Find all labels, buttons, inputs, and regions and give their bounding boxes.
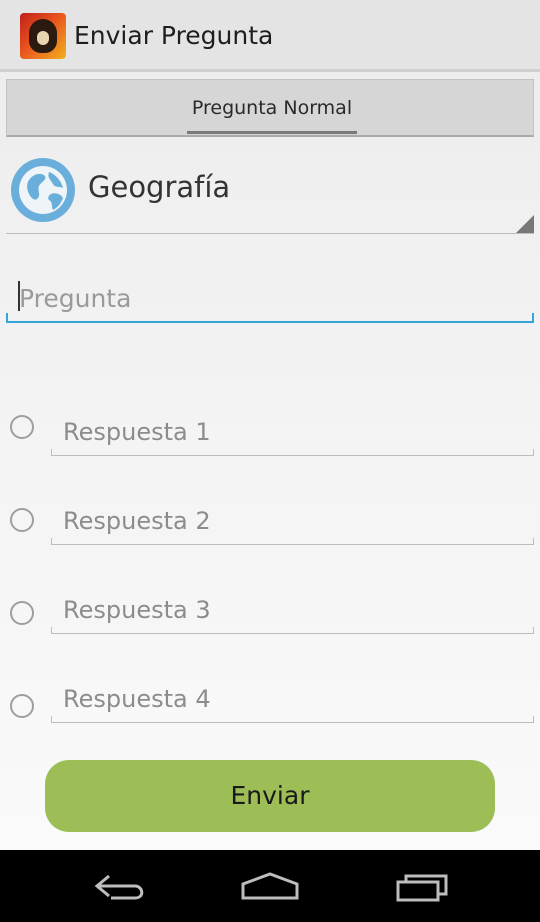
- answer-4-radio[interactable]: [10, 694, 34, 718]
- back-icon[interactable]: [85, 864, 155, 908]
- answer-4-placeholder: Respuesta 4: [63, 685, 211, 713]
- answer-row: Respuesta 4: [0, 677, 540, 737]
- dropdown-arrow-icon: [516, 215, 534, 233]
- action-bar: Enviar Pregunta: [0, 0, 540, 72]
- answer-2-placeholder: Respuesta 2: [63, 507, 211, 535]
- answer-1-placeholder: Respuesta 1: [63, 418, 211, 446]
- answer-3-placeholder: Respuesta 3: [63, 596, 211, 624]
- system-nav-bar: [0, 850, 540, 922]
- category-spinner[interactable]: Geografía: [6, 152, 534, 234]
- app-logo-face: [29, 19, 57, 53]
- answer-4-input[interactable]: Respuesta 4: [51, 677, 534, 723]
- tab-bar: Pregunta Normal: [6, 79, 534, 137]
- category-selected-label: Geografía: [88, 170, 231, 204]
- app-logo-icon[interactable]: [20, 13, 66, 59]
- send-button[interactable]: Enviar: [45, 760, 495, 832]
- send-button-label: Enviar: [230, 781, 310, 810]
- answer-row: Respuesta 2: [0, 499, 540, 559]
- home-icon[interactable]: [235, 864, 305, 908]
- tab-selected-indicator: [187, 131, 357, 134]
- answer-2-radio[interactable]: [10, 508, 34, 532]
- screen: Enviar Pregunta Pregunta Normal Geografí…: [0, 0, 540, 922]
- question-input[interactable]: Pregunta: [6, 275, 534, 323]
- question-placeholder: Pregunta: [19, 284, 132, 313]
- answer-1-radio[interactable]: [10, 415, 34, 439]
- answer-1-input[interactable]: Respuesta 1: [51, 410, 534, 456]
- answer-3-radio[interactable]: [10, 601, 34, 625]
- answer-row: Respuesta 3: [0, 588, 540, 648]
- answer-2-input[interactable]: Respuesta 2: [51, 499, 534, 545]
- answer-row: Respuesta 1: [0, 410, 540, 470]
- recent-apps-icon[interactable]: [388, 864, 458, 908]
- tab-label: Pregunta Normal: [191, 97, 353, 119]
- answer-3-input[interactable]: Respuesta 3: [51, 588, 534, 634]
- globe-icon: [11, 158, 75, 222]
- tab-pregunta-normal[interactable]: Pregunta Normal: [187, 80, 357, 136]
- page-title: Enviar Pregunta: [74, 21, 274, 50]
